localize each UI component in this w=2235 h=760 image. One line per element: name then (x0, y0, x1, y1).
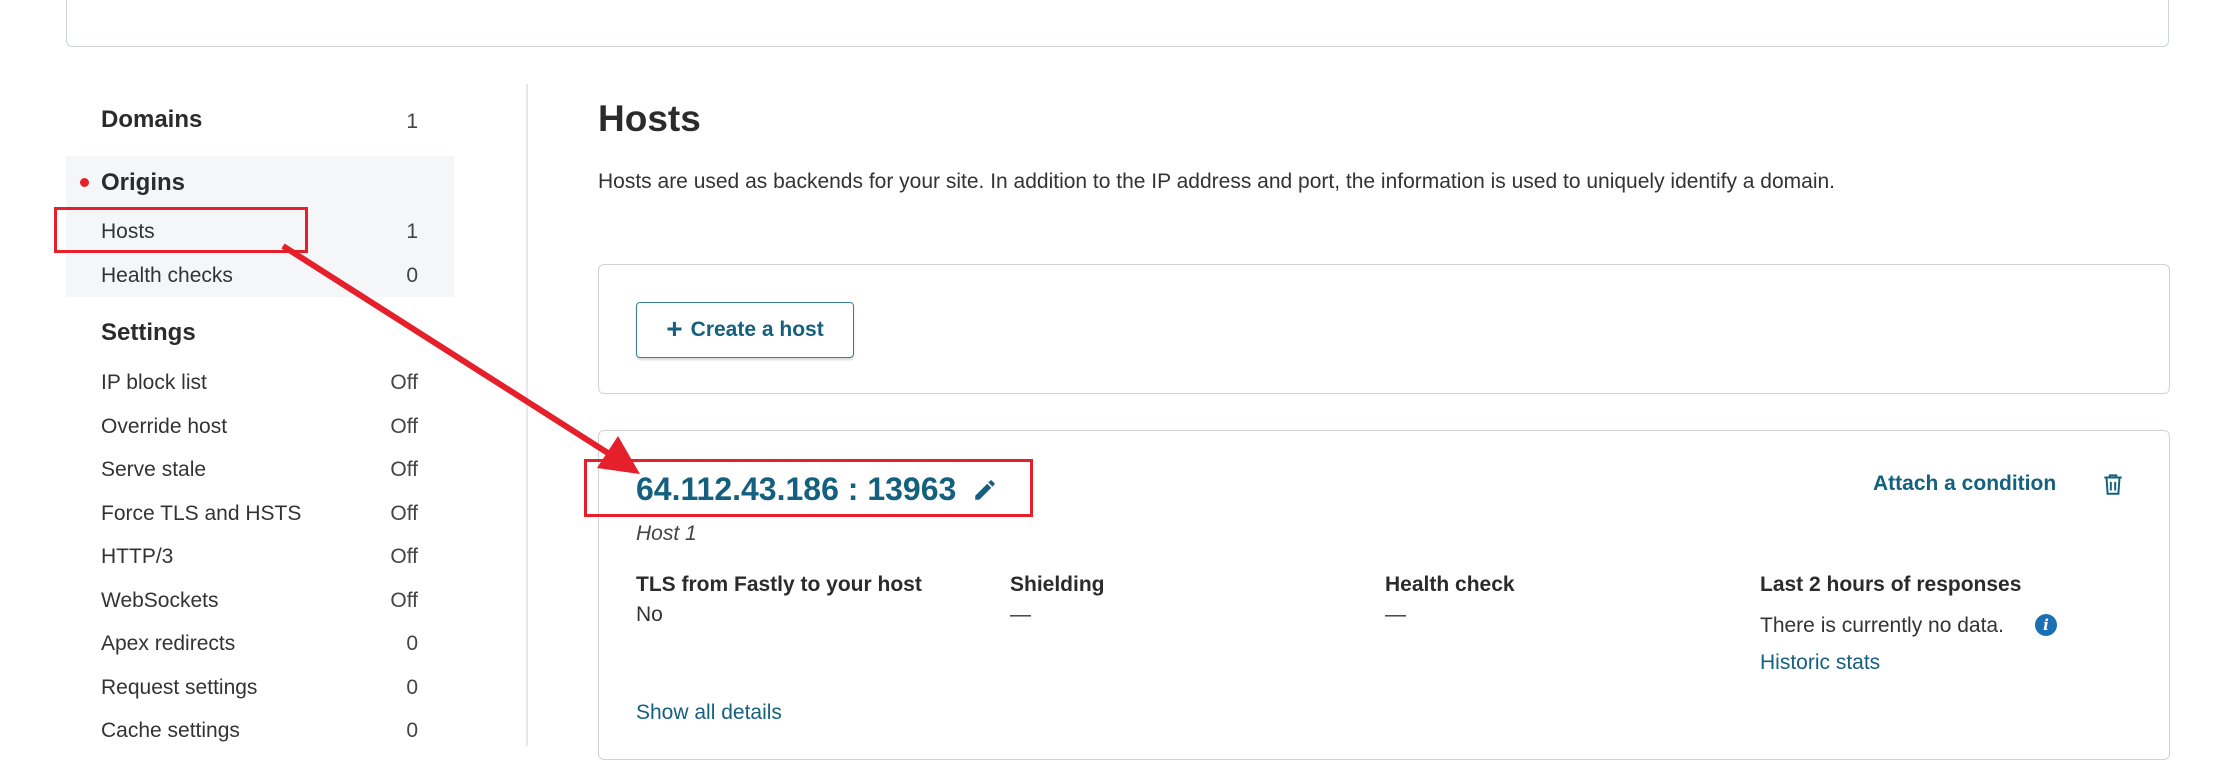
active-indicator (80, 178, 89, 187)
setting-value: 0 (406, 719, 418, 742)
page-title: Hosts (598, 98, 701, 139)
trash-icon[interactable] (2100, 470, 2126, 498)
annotation-box-host-address (584, 459, 1033, 517)
top-panel (66, 0, 2169, 47)
setting-value: 0 (406, 632, 418, 655)
setting-value: Off (390, 589, 418, 612)
tls-value: No (636, 603, 663, 626)
tls-header: TLS from Fastly to your host (636, 573, 922, 596)
responses-value: There is currently no data. (1760, 614, 2004, 637)
sidebar-item-apex-redirects[interactable]: Apex redirects (101, 630, 235, 658)
host-name: Host 1 (636, 522, 697, 545)
sidebar-item-override-host[interactable]: Override host (101, 413, 227, 441)
info-icon[interactable]: i (2035, 614, 2057, 636)
attach-condition-link[interactable]: Attach a condition (1873, 472, 2056, 496)
shielding-header: Shielding (1010, 573, 1105, 596)
setting-value: Off (390, 545, 418, 568)
annotation-box-hosts (54, 207, 308, 253)
page-description: Hosts are used as backends for your site… (598, 170, 1836, 193)
setting-value: Off (390, 415, 418, 438)
sidebar-item-request-settings[interactable]: Request settings (101, 674, 257, 702)
sidebar-divider (526, 84, 528, 746)
setting-value: 0 (406, 676, 418, 699)
health-checks-count: 0 (406, 264, 418, 287)
setting-value: Off (390, 502, 418, 525)
sidebar-item-ip-block-list[interactable]: IP block list (101, 369, 207, 397)
health-check-header: Health check (1385, 573, 1515, 596)
hosts-count: 1 (406, 220, 418, 243)
create-host-button[interactable]: + Create a host (636, 302, 854, 358)
sidebar-item-force-tls[interactable]: Force TLS and HSTS (101, 500, 301, 528)
responses-header: Last 2 hours of responses (1760, 573, 2022, 596)
health-check-value: — (1385, 603, 1406, 626)
setting-value: Off (390, 458, 418, 481)
sidebar-item-cache-settings[interactable]: Cache settings (101, 717, 240, 745)
sidebar-heading-settings: Settings (101, 319, 196, 346)
sidebar-item-websockets[interactable]: WebSockets (101, 587, 219, 615)
sidebar-item-serve-stale[interactable]: Serve stale (101, 456, 206, 484)
setting-value: Off (390, 371, 418, 394)
sidebar-item-domains[interactable]: Domains (101, 106, 202, 134)
show-all-details-link[interactable]: Show all details (636, 701, 782, 725)
sidebar-item-health-checks[interactable]: Health checks (101, 262, 233, 290)
shielding-value: — (1010, 603, 1031, 626)
historic-stats-link[interactable]: Historic stats (1760, 651, 1880, 675)
create-host-label: Create a host (690, 318, 824, 341)
domains-count: 1 (406, 110, 418, 133)
sidebar-item-http3[interactable]: HTTP/3 (101, 543, 173, 571)
sidebar-item-origins[interactable]: Origins (101, 169, 185, 197)
plus-icon: + (666, 312, 683, 344)
